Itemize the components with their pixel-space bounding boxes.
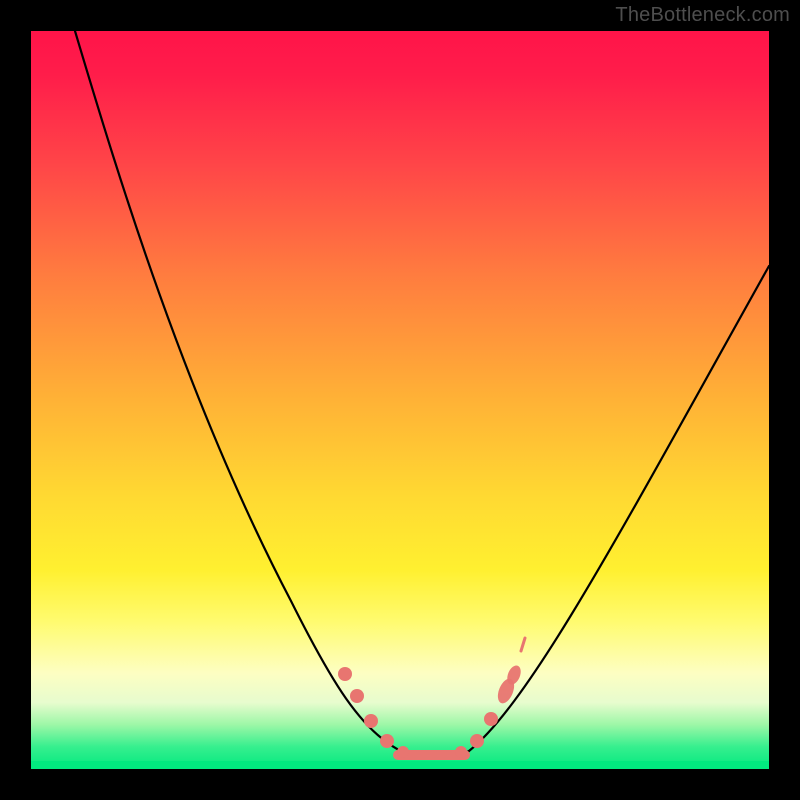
marker-dot: [470, 734, 484, 748]
watermark-text: TheBottleneck.com: [615, 4, 790, 27]
marker-tick: [521, 638, 525, 651]
marker-dot: [397, 746, 409, 758]
marker-dot: [484, 712, 498, 726]
curve-left-branch: [75, 31, 401, 751]
marker-dot: [455, 746, 467, 758]
marker-dot: [380, 734, 394, 748]
marker-dot: [338, 667, 352, 681]
plot-area: [31, 31, 769, 769]
marker-dot: [350, 689, 364, 703]
marker-dot: [364, 714, 378, 728]
bottleneck-curve-svg: [31, 31, 769, 769]
chart-frame: TheBottleneck.com: [0, 0, 800, 800]
